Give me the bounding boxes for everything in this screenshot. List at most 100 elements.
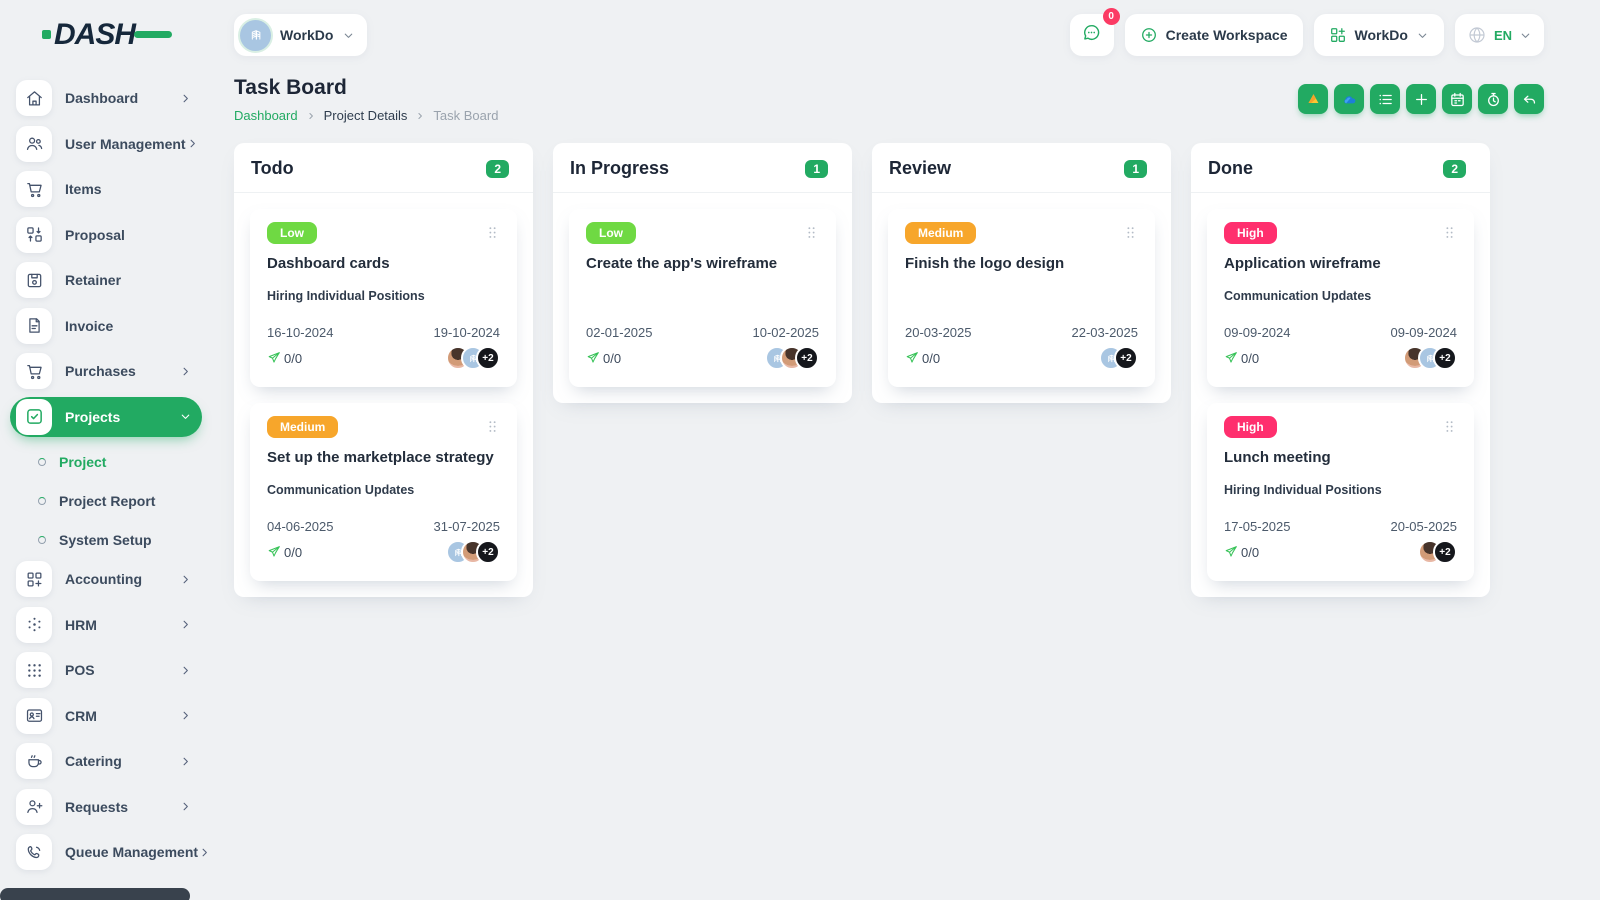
task-card[interactable]: Medium Set up the marketplace strategy Com… <box>250 403 517 581</box>
sidebar-subitem-label: System Setup <box>59 531 152 548</box>
sidebar-item-label: Proposal <box>65 226 125 243</box>
sidebar-item-purchases[interactable]: Purchases <box>10 351 202 391</box>
add-task-button[interactable] <box>1406 84 1436 114</box>
page-actions <box>1298 84 1544 114</box>
sidebar-item-requests[interactable]: Requests <box>10 787 202 827</box>
sidebar-nav: Dashboard User Management Items Proposal Ret… <box>0 78 212 872</box>
sidebar-icon-box <box>16 353 52 389</box>
bullet-circle-icon <box>38 496 46 505</box>
language-selector[interactable]: EN <box>1454 14 1544 56</box>
avatar-overflow-count[interactable]: +2 <box>1433 540 1457 564</box>
avatar-overflow-count[interactable]: +2 <box>1433 346 1457 370</box>
sidebar-subitem-project-report[interactable]: Project Report <box>10 481 202 520</box>
retainer-icon <box>25 271 44 290</box>
sidebar-item-user-management[interactable]: User Management <box>10 124 202 164</box>
card-menu-button[interactable] <box>485 225 500 240</box>
sidebar-item-label: Purchases <box>65 363 136 379</box>
avatar-group: +2 <box>446 346 500 370</box>
avatar-overflow-count[interactable]: +2 <box>795 346 819 370</box>
task-title[interactable]: Application wireframe <box>1224 255 1457 272</box>
breadcrumb-project-details[interactable]: Project Details <box>324 108 408 123</box>
avatar-overflow-count[interactable]: +2 <box>476 540 500 564</box>
sidebar-item-catering[interactable]: Catering <box>10 741 202 781</box>
calendar-button[interactable] <box>1442 84 1472 114</box>
sidebar-subitem-project[interactable]: Project <box>10 442 202 481</box>
sidebar-item-hrm[interactable]: HRM <box>10 605 202 645</box>
chevron-right-icon <box>179 800 192 813</box>
task-board: Todo 2 Low Dashboard cards Hiring Individual… <box>234 143 1544 597</box>
task-progress: 0/0 <box>267 545 302 560</box>
sidebar-subitem-system-setup[interactable]: System Setup <box>10 520 202 559</box>
avatar-overflow-count[interactable]: +2 <box>1114 346 1138 370</box>
chevron-down-icon <box>179 410 192 423</box>
workspace-switcher[interactable]: WorkDo <box>234 14 368 56</box>
task-title[interactable]: Set up the marketplace strategy <box>267 449 500 466</box>
task-milestone: Hiring Individual Positions <box>1224 483 1382 497</box>
google-drive-icon <box>1305 91 1322 108</box>
sidebar-item-proposal[interactable]: Proposal <box>10 215 202 255</box>
breadcrumb-dashboard[interactable]: Dashboard <box>234 108 298 123</box>
brand-logo[interactable]: DASH <box>42 18 172 52</box>
task-title[interactable]: Create the app's wireframe <box>586 255 819 272</box>
avatar-overflow-count[interactable]: +2 <box>476 346 500 370</box>
phone-icon <box>25 843 44 862</box>
card-menu-button[interactable] <box>1123 225 1138 240</box>
task-start-date: 16-10-2024 <box>267 325 334 340</box>
task-progress-value: 0/0 <box>284 350 303 366</box>
sidebar-item-crm[interactable]: CRM <box>10 696 202 736</box>
breadcrumb-separator-icon <box>306 111 316 121</box>
workspace-name: WorkDo <box>280 27 334 43</box>
topbar: WorkDo 0 Create Workspace WorkDo EN <box>234 0 1544 62</box>
sidebar-item-retainer[interactable]: Retainer <box>10 260 202 300</box>
task-progress: 0/0 <box>267 351 302 366</box>
undo-icon <box>1521 91 1538 108</box>
sidebar-icon-box <box>16 171 52 207</box>
task-title[interactable]: Lunch meeting <box>1224 449 1457 466</box>
column-count-badge: 2 <box>1443 159 1466 178</box>
card-menu-button[interactable] <box>485 419 500 434</box>
task-due-date: 20-05-2025 <box>1390 519 1458 534</box>
sidebar-icon-box <box>16 561 52 597</box>
sidebar-icon-box <box>16 788 52 825</box>
send-icon <box>586 351 600 365</box>
sidebar-item-label: Retainer <box>65 272 122 288</box>
sidebar-icon-box <box>16 80 52 116</box>
workspace-menu-button[interactable]: WorkDo <box>1313 14 1444 56</box>
sidebar-item-pos[interactable]: POS <box>10 650 202 690</box>
check-square-icon <box>25 407 44 426</box>
column-header: Todo 2 <box>234 143 533 193</box>
sidebar-item-projects[interactable]: Projects <box>10 396 202 437</box>
sidebar-item-items[interactable]: Items <box>10 169 202 209</box>
workspace-avatar <box>240 19 271 51</box>
list-view-button[interactable] <box>1370 84 1400 114</box>
sidebar-icon-box <box>16 307 52 344</box>
timer-button[interactable] <box>1478 84 1508 114</box>
task-title[interactable]: Dashboard cards <box>267 255 500 272</box>
sidebar-item-dashboard[interactable]: Dashboard <box>10 78 202 118</box>
sidebar: DASH Dashboard User Management Items Propos… <box>0 0 212 900</box>
google-drive-button[interactable] <box>1298 84 1328 114</box>
task-card[interactable]: Medium Finish the logo design 20-03-2025 22… <box>888 209 1155 387</box>
chevron-right-icon <box>198 846 211 859</box>
task-title[interactable]: Finish the logo design <box>905 255 1138 272</box>
chevron-right-icon <box>179 709 192 722</box>
task-card[interactable]: Low Create the app's wireframe 02-01-2025 1… <box>569 209 836 387</box>
onedrive-button[interactable] <box>1334 84 1364 114</box>
task-card[interactable]: High Lunch meeting Hiring Individual Posit… <box>1207 403 1474 581</box>
task-card[interactable]: Low Dashboard cards Hiring Individual Posi… <box>250 209 517 387</box>
sidebar-item-queue-management[interactable]: Queue Management <box>10 832 207 872</box>
card-menu-button[interactable] <box>1442 419 1457 434</box>
sidebar-horizontal-scrollbar[interactable] <box>0 888 190 900</box>
task-card[interactable]: High Application wireframe Communication U… <box>1207 209 1474 387</box>
priority-badge: Medium <box>267 416 339 438</box>
create-workspace-button[interactable]: Create Workspace <box>1124 14 1303 56</box>
sidebar-item-label: User Management <box>65 135 186 152</box>
chevron-right-icon <box>179 618 192 631</box>
card-menu-button[interactable] <box>804 225 819 240</box>
back-button[interactable] <box>1514 84 1544 114</box>
sidebar-item-accounting[interactable]: Accounting <box>10 559 202 599</box>
messages-button[interactable]: 0 <box>1069 8 1120 56</box>
plus-circle-icon <box>1140 26 1158 44</box>
sidebar-item-invoice[interactable]: Invoice <box>10 306 202 346</box>
card-menu-button[interactable] <box>1442 225 1457 240</box>
